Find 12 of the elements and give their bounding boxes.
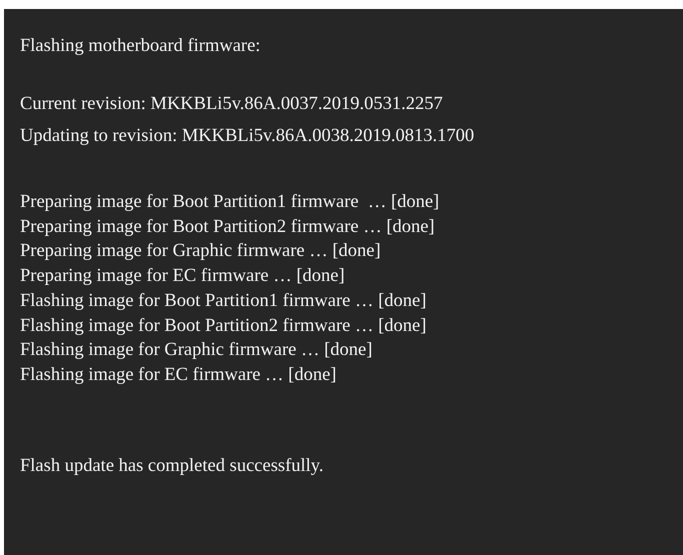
revision-line: Current revision: MKKBLi5v.86A.0037.2019.0531.2257: [20, 93, 444, 116]
progress-line: Preparing image for Graphic firmware … [done]: [20, 240, 382, 264]
progress-line: Preparing image for Boot Partition2 firmware … [done]: [20, 216, 436, 239]
progress-line: Preparing image for Boot Partition1 firmware … [done]: [20, 191, 440, 214]
status-message: Flash update has completed successfully.: [20, 454, 324, 478]
revision-line: Updating to revision: MKKBLi5v.86A.0038.2019.0813.1700: [20, 125, 476, 148]
progress-line: Flashing image for EC firmware … [done]: [20, 364, 338, 387]
progress-line: Flashing image for Graphic firmware … [done]: [20, 339, 374, 362]
progress-line: Preparing image for EC firmware … [done]: [20, 265, 346, 288]
console-heading: Flashing motherboard firmware:: [20, 35, 262, 58]
progress-line: Flashing image for Boot Partition1 firmware … [done]: [20, 290, 428, 313]
progress-line: Flashing image for Boot Partition2 firmware … [done]: [20, 314, 428, 338]
